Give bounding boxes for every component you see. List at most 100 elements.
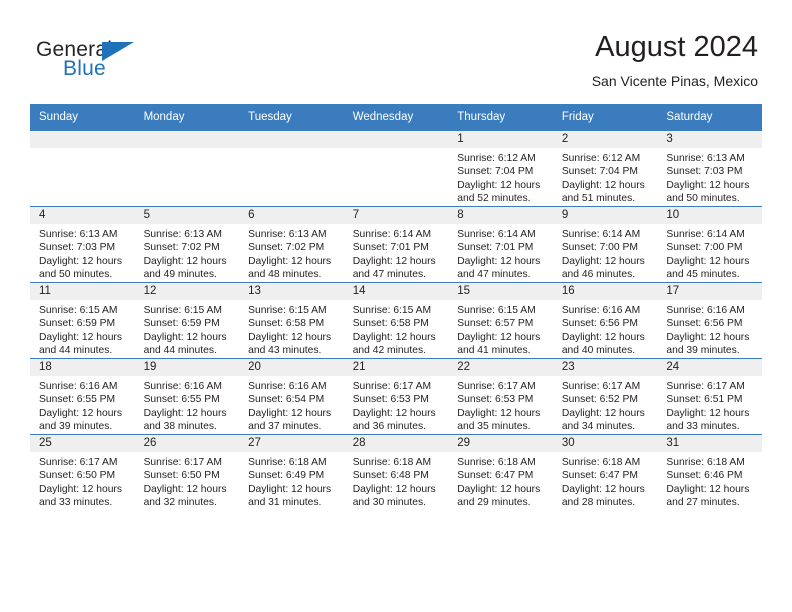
day-details: Sunrise: 6:14 AM Sunset: 7:00 PM Daylight:… [657, 224, 762, 282]
sunset-text: Sunset: 7:01 PM [352, 242, 429, 254]
daylight-text-line2: and 52 minutes. [457, 193, 531, 205]
day-details: Sunrise: 6:13 AM Sunset: 7:03 PM Daylight:… [30, 224, 135, 282]
day-number: 2 [552, 131, 658, 148]
sunset-text: Sunset: 6:51 PM [666, 394, 743, 406]
calendar-day-cell[interactable]: 10 Sunrise: 6:14 AM Sunset: 7:00 PM Dayligh… [657, 206, 762, 283]
calendar-day-cell[interactable]: 16 Sunrise: 6:16 AM Sunset: 6:56 PM Dayligh… [552, 282, 658, 359]
calendar-day-cell[interactable]: 5 Sunrise: 6:13 AM Sunset: 7:02 PM Daylight… [134, 206, 240, 283]
day-details: Sunrise: 6:18 AM Sunset: 6:48 PM Daylight:… [344, 452, 449, 510]
daylight-text-line2: and 27 minutes. [666, 497, 740, 509]
calendar-day-cell[interactable]: 21 Sunrise: 6:17 AM Sunset: 6:53 PM Dayligh… [343, 358, 449, 435]
logo-triangle-icon [102, 42, 134, 61]
calendar-day-cell[interactable]: 18 Sunrise: 6:16 AM Sunset: 6:55 PM Dayligh… [30, 358, 135, 435]
daylight-text-line1: Daylight: 12 hours [248, 483, 332, 495]
day-details: Sunrise: 6:17 AM Sunset: 6:51 PM Daylight:… [657, 376, 762, 434]
day-number: 11 [30, 283, 135, 300]
daylight-text-line1: Daylight: 12 hours [561, 179, 645, 191]
sunrise-text: Sunrise: 6:14 AM [352, 229, 432, 240]
daylight-text-line1: Daylight: 12 hours [143, 407, 227, 419]
calendar-day-cell[interactable]: 24 Sunrise: 6:17 AM Sunset: 6:51 PM Dayligh… [657, 358, 762, 435]
daylight-text-line1: Daylight: 12 hours [39, 407, 122, 419]
sunrise-text: Sunrise: 6:17 AM [457, 381, 536, 392]
sunset-text: Sunset: 6:48 PM [352, 470, 429, 482]
sunset-text: Sunset: 6:53 PM [352, 394, 429, 406]
calendar-day-cell-empty [134, 130, 240, 207]
sunrise-text: Sunrise: 6:17 AM [666, 381, 745, 392]
day-number: 29 [448, 435, 553, 452]
daylight-text-line2: and 39 minutes. [666, 345, 740, 357]
day-details: Sunrise: 6:15 AM Sunset: 6:58 PM Daylight:… [239, 300, 344, 358]
day-number [134, 131, 240, 148]
daylight-text-line2: and 35 minutes. [457, 421, 531, 433]
calendar-day-cell[interactable]: 23 Sunrise: 6:17 AM Sunset: 6:52 PM Dayligh… [552, 358, 658, 435]
calendar-day-cell[interactable]: 27 Sunrise: 6:18 AM Sunset: 6:49 PM Dayligh… [239, 434, 344, 510]
calendar-day-cell[interactable]: 12 Sunrise: 6:15 AM Sunset: 6:59 PM Dayligh… [134, 282, 240, 359]
sunrise-text: Sunrise: 6:16 AM [561, 305, 641, 316]
calendar-day-cell[interactable]: 3 Sunrise: 6:13 AM Sunset: 7:03 PM Daylight… [657, 130, 762, 207]
calendar-day-cell[interactable]: 17 Sunrise: 6:16 AM Sunset: 6:56 PM Dayligh… [657, 282, 762, 359]
daylight-text-line2: and 44 minutes. [39, 345, 113, 357]
calendar-day-cell[interactable]: 9 Sunrise: 6:14 AM Sunset: 7:00 PM Daylight… [552, 206, 658, 283]
sunrise-text: Sunrise: 6:12 AM [561, 153, 641, 164]
calendar-day-cell[interactable]: 29 Sunrise: 6:18 AM Sunset: 6:47 PM Dayligh… [448, 434, 553, 510]
calendar-day-cell[interactable]: 22 Sunrise: 6:17 AM Sunset: 6:53 PM Dayligh… [448, 358, 553, 435]
day-details: Sunrise: 6:15 AM Sunset: 6:58 PM Daylight:… [344, 300, 449, 358]
calendar-day-cell[interactable]: 31 Sunrise: 6:18 AM Sunset: 6:46 PM Dayligh… [657, 434, 762, 510]
calendar-day-cell[interactable]: 13 Sunrise: 6:15 AM Sunset: 6:58 PM Dayligh… [239, 282, 344, 359]
calendar-day-cell[interactable]: 14 Sunrise: 6:15 AM Sunset: 6:58 PM Dayligh… [343, 282, 449, 359]
sunrise-text: Sunrise: 6:14 AM [561, 229, 641, 240]
day-details: Sunrise: 6:15 AM Sunset: 6:59 PM Daylight:… [135, 300, 240, 358]
daylight-text-line1: Daylight: 12 hours [352, 407, 436, 419]
sunrise-text: Sunrise: 6:18 AM [457, 457, 536, 468]
calendar-day-cell[interactable]: 25 Sunrise: 6:17 AM Sunset: 6:50 PM Dayligh… [30, 434, 135, 510]
calendar-day-cell[interactable]: 19 Sunrise: 6:16 AM Sunset: 6:55 PM Dayligh… [134, 358, 240, 435]
daylight-text-line1: Daylight: 12 hours [561, 331, 645, 343]
sunrise-text: Sunrise: 6:15 AM [352, 305, 432, 316]
calendar-day-cell[interactable]: 6 Sunrise: 6:13 AM Sunset: 7:02 PM Daylight… [239, 206, 344, 283]
daylight-text-line2: and 46 minutes. [561, 269, 636, 281]
calendar-day-cell[interactable]: 30 Sunrise: 6:18 AM Sunset: 6:47 PM Dayligh… [552, 434, 658, 510]
daylight-text-line1: Daylight: 12 hours [457, 407, 541, 419]
day-number: 12 [134, 283, 240, 300]
calendar-day-cell-empty [30, 130, 135, 207]
calendar-day-cell[interactable]: 4 Sunrise: 6:13 AM Sunset: 7:03 PM Daylight… [30, 206, 135, 283]
sunset-text: Sunset: 6:52 PM [561, 394, 638, 406]
day-number: 8 [448, 207, 553, 224]
day-number: 10 [657, 207, 762, 224]
daylight-text-line2: and 37 minutes. [248, 421, 322, 433]
sunset-text: Sunset: 7:03 PM [39, 242, 116, 254]
calendar-day-cell[interactable]: 28 Sunrise: 6:18 AM Sunset: 6:48 PM Dayligh… [343, 434, 449, 510]
calendar-day-cell[interactable]: 11 Sunrise: 6:15 AM Sunset: 6:59 PM Dayligh… [30, 282, 135, 359]
sunrise-text: Sunrise: 6:13 AM [39, 229, 118, 240]
page-title: August 2024 [595, 31, 758, 63]
daylight-text-line2: and 50 minutes. [39, 269, 113, 281]
daylight-text-line2: and 39 minutes. [39, 421, 113, 433]
day-number: 6 [239, 207, 344, 224]
sunrise-text: Sunrise: 6:13 AM [248, 229, 327, 240]
sunrise-text: Sunrise: 6:18 AM [352, 457, 432, 468]
daylight-text-line1: Daylight: 12 hours [39, 483, 122, 495]
daylight-text-line1: Daylight: 12 hours [457, 255, 541, 267]
calendar-day-cell[interactable]: 8 Sunrise: 6:14 AM Sunset: 7:01 PM Daylight… [448, 206, 553, 283]
daylight-text-line1: Daylight: 12 hours [39, 255, 122, 267]
general-blue-logo[interactable]: General Blue [36, 38, 166, 86]
day-details: Sunrise: 6:17 AM Sunset: 6:52 PM Daylight:… [553, 376, 658, 434]
weekday-header-saturday: Saturday [657, 104, 762, 131]
day-number: 27 [239, 435, 344, 452]
weekday-header-tuesday: Tuesday [239, 104, 344, 131]
daylight-text-line2: and 45 minutes. [666, 269, 740, 281]
daylight-text-line1: Daylight: 12 hours [143, 255, 227, 267]
day-number: 24 [657, 359, 762, 376]
calendar-day-cell[interactable]: 15 Sunrise: 6:15 AM Sunset: 6:57 PM Dayligh… [448, 282, 553, 359]
calendar-day-cell[interactable]: 26 Sunrise: 6:17 AM Sunset: 6:50 PM Dayligh… [134, 434, 240, 510]
calendar-day-cell[interactable]: 7 Sunrise: 6:14 AM Sunset: 7:01 PM Daylight… [343, 206, 449, 283]
daylight-text-line1: Daylight: 12 hours [457, 331, 541, 343]
calendar-body: 1 Sunrise: 6:12 AM Sunset: 7:04 PM Daylight… [30, 130, 762, 510]
sunrise-text: Sunrise: 6:16 AM [143, 381, 222, 392]
calendar-day-cell[interactable]: 1 Sunrise: 6:12 AM Sunset: 7:04 PM Daylight… [448, 130, 553, 207]
calendar-day-cell[interactable]: 2 Sunrise: 6:12 AM Sunset: 7:04 PM Daylight… [552, 130, 658, 207]
daylight-text-line2: and 42 minutes. [352, 345, 426, 357]
day-details: Sunrise: 6:16 AM Sunset: 6:56 PM Daylight:… [657, 300, 762, 358]
sunrise-text: Sunrise: 6:15 AM [143, 305, 222, 316]
calendar-day-cell[interactable]: 20 Sunrise: 6:16 AM Sunset: 6:54 PM Dayligh… [239, 358, 344, 435]
